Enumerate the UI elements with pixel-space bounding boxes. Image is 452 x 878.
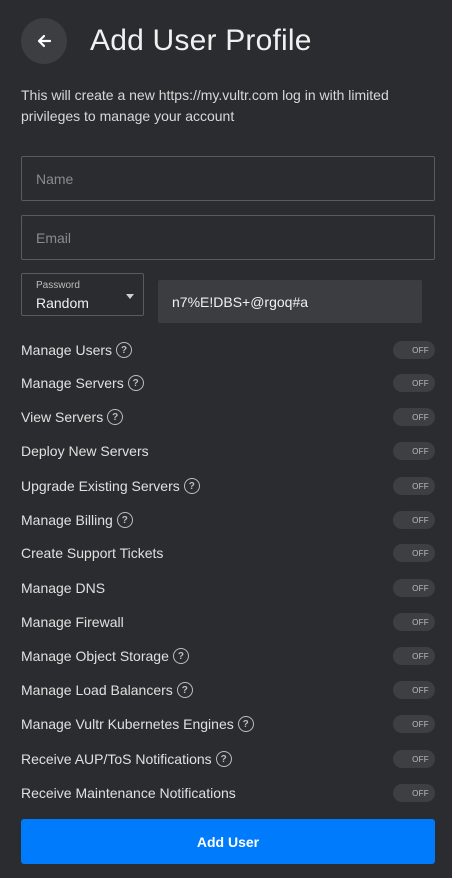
- permission-row: Manage DNS OFF: [21, 577, 435, 599]
- permission-label: Manage Object Storage: [21, 648, 169, 664]
- password-mode-label: Password: [36, 280, 80, 291]
- help-icon[interactable]: ?: [183, 478, 200, 494]
- permission-label-group: Manage Servers?: [21, 375, 144, 391]
- permission-toggle[interactable]: OFF: [393, 750, 435, 768]
- permission-toggle[interactable]: OFF: [393, 341, 435, 359]
- permission-row: Receive Maintenance Notifications OFF: [21, 782, 435, 804]
- permission-label-group: Create Support Tickets: [21, 545, 163, 561]
- permission-label-group: Manage Users?: [21, 342, 133, 358]
- permission-label-group: Manage Billing?: [21, 512, 133, 528]
- permission-toggle[interactable]: OFF: [393, 613, 435, 631]
- permission-row: Manage Users? OFF: [21, 339, 435, 361]
- permission-label-group: Manage Vultr Kubernetes Engines?: [21, 716, 254, 732]
- permission-label-group: Manage Load Balancers?: [21, 682, 193, 698]
- permission-label: View Servers: [21, 409, 104, 425]
- permission-toggle[interactable]: OFF: [393, 408, 435, 426]
- permission-label: Manage Vultr Kubernetes Engines: [21, 716, 234, 732]
- permission-label: Create Support Tickets: [21, 545, 164, 561]
- permission-label: Deploy New Servers: [21, 443, 149, 459]
- permission-row: Receive AUP/ToS Notifications? OFF: [21, 748, 435, 770]
- help-icon[interactable]: ?: [127, 375, 144, 391]
- permission-row: Deploy New Servers OFF: [21, 440, 435, 462]
- permission-toggle[interactable]: OFF: [393, 374, 435, 392]
- help-icon[interactable]: ?: [107, 409, 124, 425]
- password-value: n7%E!DBS+@rgoq#a: [172, 293, 309, 310]
- permission-label: Manage Load Balancers: [21, 682, 173, 698]
- help-icon[interactable]: ?: [116, 512, 133, 528]
- permission-toggle[interactable]: OFF: [393, 477, 435, 495]
- permission-label: Manage Users: [21, 342, 113, 358]
- permission-toggle[interactable]: OFF: [393, 715, 435, 733]
- permission-toggle[interactable]: OFF: [393, 442, 435, 460]
- name-field-container: [21, 156, 435, 201]
- caret-down-icon: [126, 294, 134, 299]
- password-field[interactable]: n7%E!DBS+@rgoq#a: [158, 280, 422, 323]
- permission-label-group: Manage Firewall: [21, 614, 124, 630]
- arrow-left-icon: [37, 34, 52, 48]
- permission-label-group: Upgrade Existing Servers?: [21, 478, 200, 494]
- permission-row: Upgrade Existing Servers? OFF: [21, 475, 435, 497]
- permission-toggle[interactable]: OFF: [393, 784, 435, 802]
- email-input[interactable]: [22, 216, 434, 259]
- permission-label-group: View Servers?: [21, 409, 124, 425]
- back-button[interactable]: [21, 18, 67, 64]
- permission-row: Manage Load Balancers? OFF: [21, 679, 435, 701]
- permission-row: Manage Servers? OFF: [21, 372, 435, 394]
- password-mode-value: Random: [36, 295, 89, 311]
- permission-label-group: Deploy New Servers: [21, 443, 149, 459]
- permission-row: Create Support Tickets OFF: [21, 542, 435, 564]
- help-icon[interactable]: ?: [237, 716, 254, 732]
- permission-label: Receive AUP/ToS Notifications: [21, 751, 212, 767]
- permission-toggle[interactable]: OFF: [393, 544, 435, 562]
- permission-label: Receive Maintenance Notifications: [21, 785, 236, 801]
- permission-label: Manage Billing: [21, 512, 113, 528]
- help-icon[interactable]: ?: [215, 751, 232, 767]
- help-icon[interactable]: ?: [176, 682, 193, 698]
- permission-row: Manage Firewall OFF: [21, 611, 435, 633]
- help-icon[interactable]: ?: [172, 648, 189, 664]
- permission-toggle[interactable]: OFF: [393, 579, 435, 597]
- permission-toggle[interactable]: OFF: [393, 647, 435, 665]
- page-description: This will create a new https://my.vultr.…: [21, 87, 389, 124]
- name-input[interactable]: [22, 157, 434, 200]
- password-mode-select[interactable]: Password Random: [21, 273, 144, 316]
- header: Add User Profile: [21, 18, 312, 64]
- permission-label: Manage Firewall: [21, 614, 124, 630]
- add-user-button[interactable]: Add User: [21, 819, 435, 864]
- permission-row: Manage Object Storage? OFF: [21, 645, 435, 667]
- permission-label-group: Receive AUP/ToS Notifications?: [21, 751, 232, 767]
- page-title: Add User Profile: [90, 24, 312, 57]
- help-icon[interactable]: ?: [116, 342, 133, 358]
- permission-label-group: Manage DNS: [21, 580, 105, 596]
- permission-row: Manage Vultr Kubernetes Engines? OFF: [21, 713, 435, 735]
- permission-toggle[interactable]: OFF: [393, 511, 435, 529]
- permission-label: Manage DNS: [21, 580, 106, 596]
- permission-label-group: Manage Object Storage?: [21, 648, 189, 664]
- permission-label: Manage Servers: [21, 375, 124, 391]
- permission-row: Manage Billing? OFF: [21, 509, 435, 531]
- permission-label-group: Receive Maintenance Notifications: [21, 785, 236, 801]
- email-field-container: [21, 215, 435, 260]
- permission-row: View Servers? OFF: [21, 406, 435, 428]
- permission-label: Upgrade Existing Servers: [21, 478, 180, 494]
- permission-toggle[interactable]: OFF: [393, 681, 435, 699]
